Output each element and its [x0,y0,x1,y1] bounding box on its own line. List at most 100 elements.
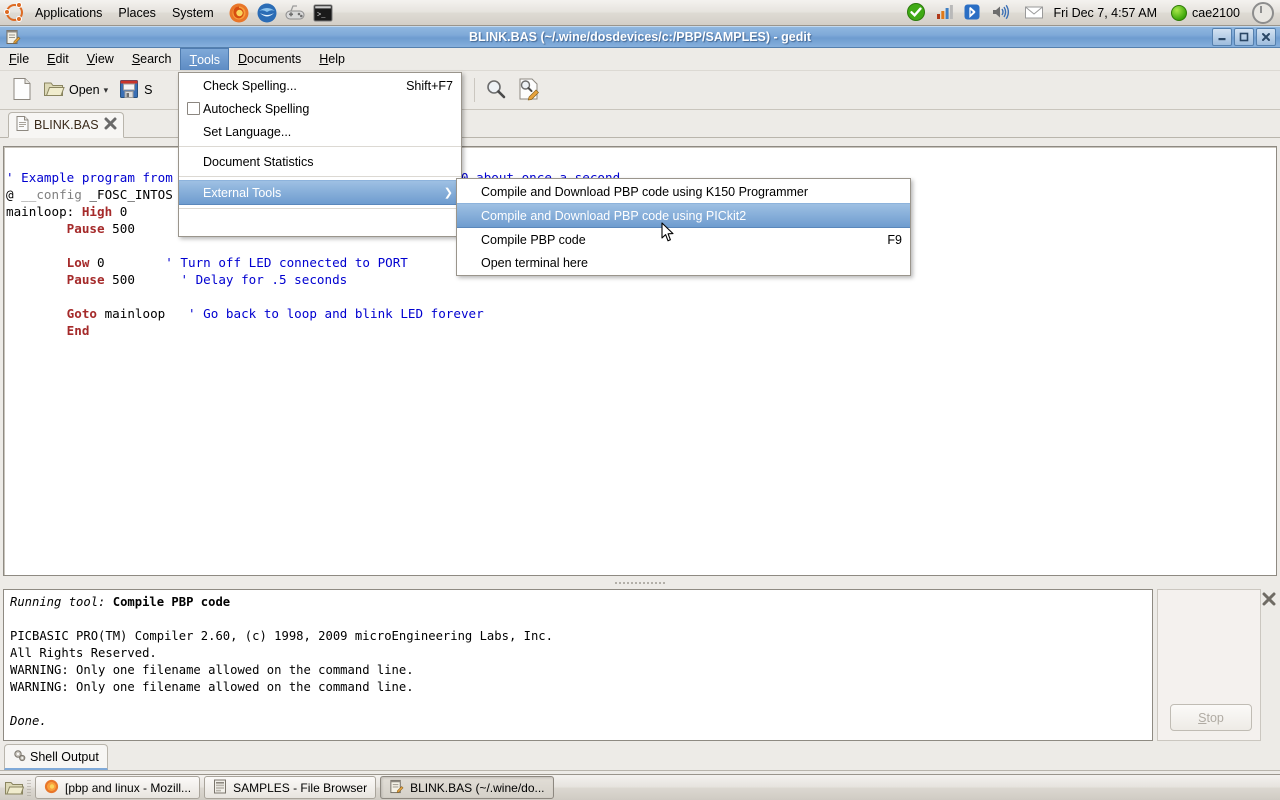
panel-tray-group: Fri Dec 7, 4:57 AM cae2100 [903,0,1280,25]
menu-item-check-spelling-label: Check Spelling... [189,79,297,93]
menu-item-compile-download-k150[interactable]: Compile and Download PBP code using K150… [457,180,910,203]
close-icon[interactable] [104,117,117,133]
task-gedit[interactable]: BLINK.BAS (~/.wine/do... [380,776,553,799]
tools-dropdown-menu: Check Spelling... Shift+F7 Autocheck Spe… [178,72,462,237]
find-button[interactable] [480,75,512,105]
window-title: BLINK.BAS (~/.wine/dosdevices/c:/PBP/SAM… [0,26,1280,48]
menu-search-label: earch [140,48,171,70]
replace-icon [517,77,541,104]
code-line-3a: mainloop: [6,204,82,219]
user-status-icon[interactable] [1171,5,1187,21]
shell-line-4: All Rights Reserved. [10,646,157,660]
code-line-9c: mainloop [97,306,165,321]
maximize-button[interactable] [1234,28,1254,46]
chevron-down-icon[interactable]: ▾ [104,85,109,96]
shell-line-3: PICBASIC PRO(TM) Compiler 2.60, (c) 1998… [10,629,553,643]
code-line-6a [6,255,67,270]
menu-separator [179,208,461,209]
code-line-3c: 0 [112,204,127,219]
stop-button[interactable]: Stop [1170,704,1252,731]
task-file-browser-label: SAMPLES - File Browser [233,781,367,795]
menu-separator [179,176,461,177]
clock[interactable]: Fri Dec 7, 4:57 AM [1048,6,1164,20]
terminal-icon[interactable]: >_ [312,2,334,24]
show-desktop-icon[interactable] [4,778,24,798]
shell-line-6: WARNING: Only one filename allowed on th… [10,680,414,694]
panel-left-group: Applications Places System [0,0,337,25]
menu-separator [179,146,461,147]
firefox-icon [44,779,59,797]
menu-item-compile-pbp-code[interactable]: Compile PBP code F9 [457,228,910,251]
save-button[interactable]: S [113,75,157,105]
shell-output-text[interactable]: Running tool: Compile PBP code PICBASIC … [3,589,1153,741]
menu-item-compile-download-pickit2[interactable]: Compile and Download PBP code using PICk… [457,203,910,228]
menu-item-set-language-label: Set Language... [189,125,291,139]
autocheck-spelling-checkbox[interactable] [187,102,200,115]
system-menu[interactable]: System [165,2,221,24]
update-ok-icon[interactable] [906,2,928,24]
new-document-button[interactable] [6,75,38,105]
applications-menu[interactable]: Applications [28,2,109,24]
menu-edit-label: dit [56,48,69,70]
menu-item-autocheck-spelling[interactable]: Autocheck Spelling [179,97,461,120]
shell-line-8: Done. [10,714,47,728]
menu-item-document-statistics[interactable]: Document Statistics [179,150,461,173]
taskbar-grip[interactable] [27,779,31,797]
menu-item-set-language[interactable]: Set Language... [179,120,461,143]
task-firefox[interactable]: [pbp and linux - Mozill... [35,776,200,799]
code-line-4c: 500 [105,221,135,236]
ubuntu-logo-icon[interactable] [5,3,25,23]
places-menu[interactable]: Places [111,2,163,24]
bottom-panel: Running tool: Compile PBP code PICBASIC … [0,586,1280,766]
menu-file-label: ile [17,48,30,70]
menu-help[interactable]: Help [310,48,354,70]
bluetooth-icon[interactable] [962,2,984,24]
game-controller-icon[interactable] [284,2,306,24]
tab-shell-output[interactable]: Shell Output [4,744,108,770]
external-tools-submenu: Compile and Download PBP code using K150… [456,178,911,276]
menubar: File Edit View Search Tools Documents He… [0,48,1280,71]
menu-item-manage-external-tools[interactable] [179,212,461,235]
menu-item-external-tools[interactable]: External Tools ❯ [179,180,461,205]
minimize-button[interactable] [1212,28,1232,46]
document-tab-blink-bas[interactable]: BLINK.BAS [8,112,124,138]
shell-line-1b: Compile PBP code [113,595,230,609]
tab-shell-output-label: Shell Output [30,750,99,764]
gedit-icon [5,29,21,45]
save-button-label: S [144,83,152,97]
open-button[interactable]: Open ▾ [38,75,113,105]
code-line-9d: ' Go back to loop and blink LED forever [188,306,484,321]
username-label[interactable]: cae2100 [1190,6,1244,20]
menu-item-document-statistics-label: Document Statistics [189,155,313,169]
mail-icon[interactable] [1023,2,1045,24]
power-icon[interactable] [1252,2,1274,24]
menu-edit[interactable]: Edit [38,48,78,70]
network-signal-icon[interactable] [934,2,956,24]
new-document-icon [11,77,33,104]
menu-documents[interactable]: Documents [229,48,310,70]
stop-button-label: top [1206,711,1223,725]
firefox-icon[interactable] [228,2,250,24]
close-bottom-panel-icon[interactable] [1262,592,1276,606]
replace-button[interactable] [512,75,546,105]
menu-item-check-spelling[interactable]: Check Spelling... Shift+F7 [179,74,461,97]
code-line-9b: Goto [67,306,97,321]
thunderbird-icon[interactable] [256,2,278,24]
menu-tools[interactable]: Tools [180,48,229,70]
menu-file[interactable]: File [0,48,38,70]
task-firefox-label: [pbp and linux - Mozill... [65,781,191,795]
save-icon [118,78,140,103]
menu-item-open-terminal-here-label: Open terminal here [467,256,588,270]
task-file-browser[interactable]: SAMPLES - File Browser [204,776,376,799]
menu-search[interactable]: Search [123,48,181,70]
menu-item-compile-download-k150-label: Compile and Download PBP code using K150… [467,185,808,199]
menu-item-open-terminal-here[interactable]: Open terminal here [457,251,910,274]
code-line-6b: Low [67,255,90,270]
volume-icon[interactable] [990,2,1012,24]
code-line-4a [6,221,67,236]
menu-view[interactable]: View [78,48,123,70]
close-button[interactable] [1256,28,1276,46]
gedit-icon [389,779,404,797]
code-line-2b: __config [21,187,82,202]
menu-item-compile-pbp-code-accel: F9 [857,233,902,247]
